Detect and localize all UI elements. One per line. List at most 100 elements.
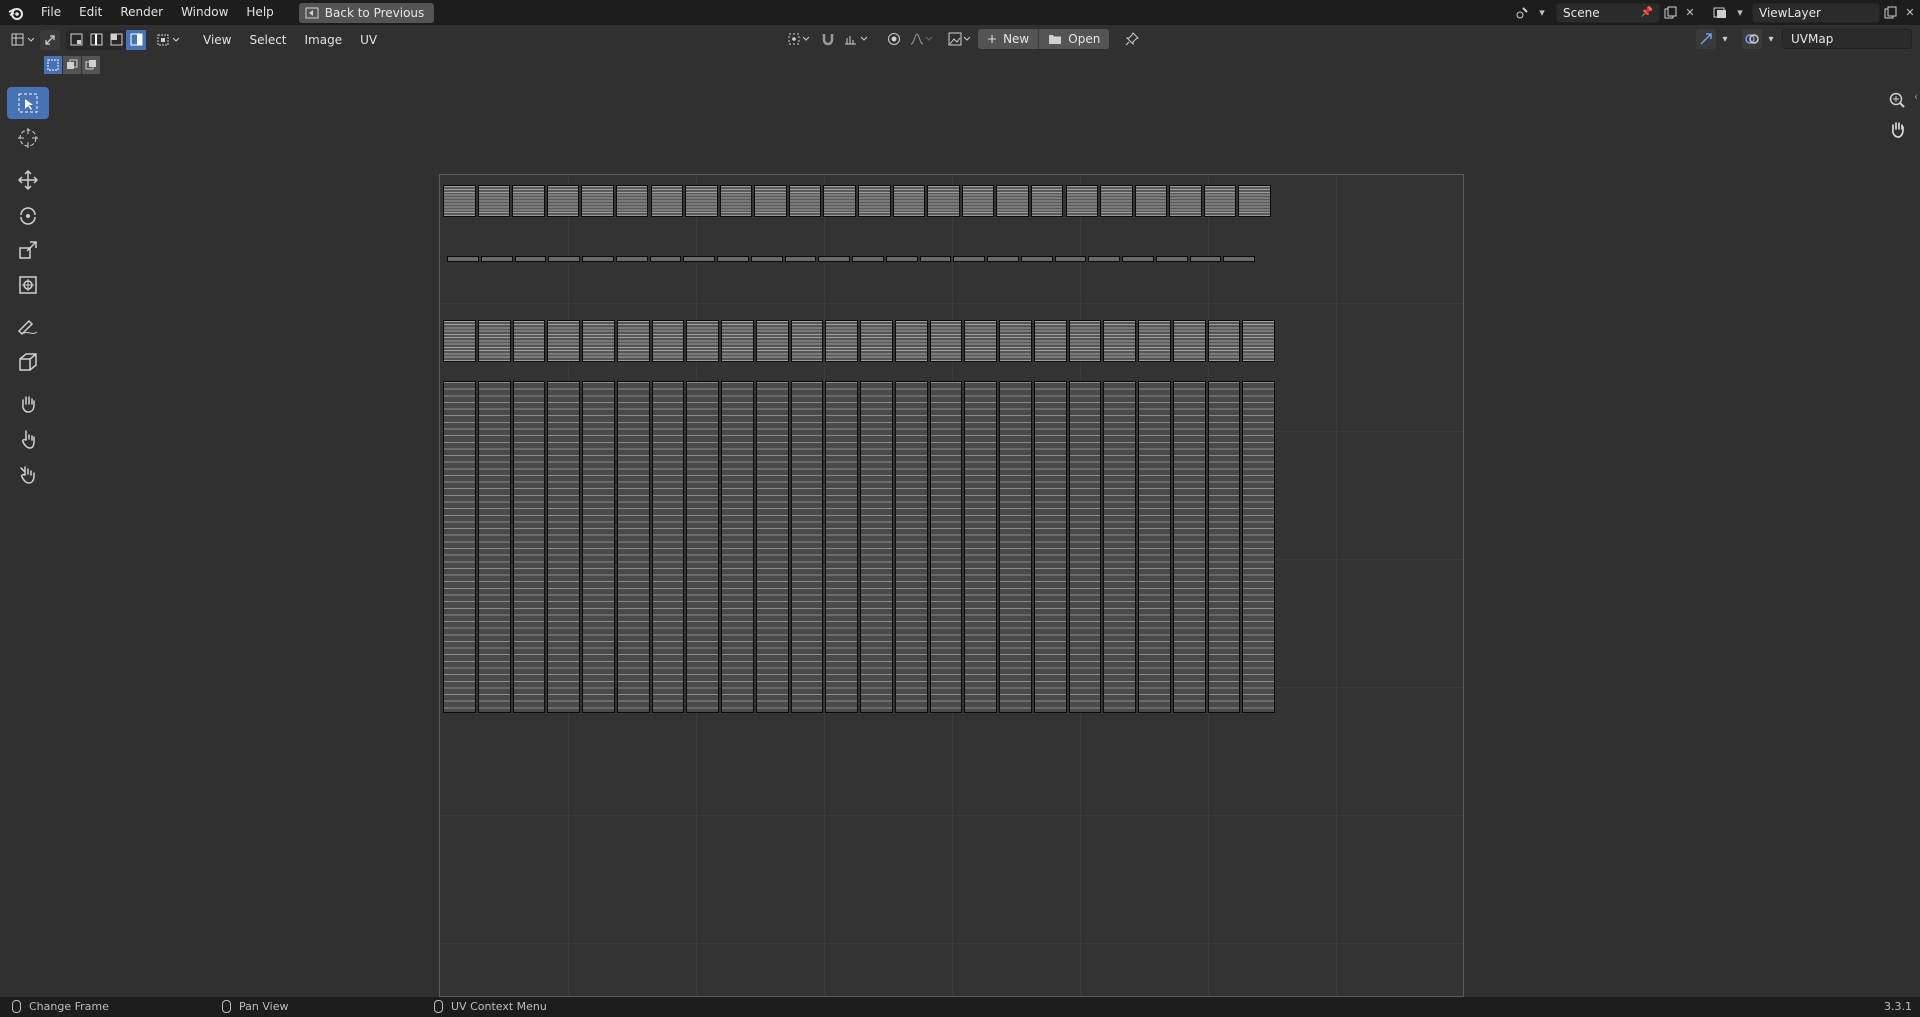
uv-face-column[interactable]	[754, 185, 787, 217]
uv-face-column[interactable]	[1020, 256, 1053, 262]
uv-face-column[interactable]	[477, 320, 511, 362]
uv-face-column[interactable]	[443, 320, 476, 362]
uv-face-column[interactable]	[825, 381, 858, 713]
close-scene-icon[interactable]: ✕	[1680, 3, 1700, 23]
uv-face-column[interactable]	[547, 320, 580, 362]
uv-face-column[interactable]	[852, 256, 884, 262]
uv-face-column[interactable]	[1100, 185, 1133, 217]
uv-face-column[interactable]	[650, 185, 684, 217]
uv-face-column[interactable]	[964, 320, 997, 362]
menu-window[interactable]: Window	[172, 0, 237, 25]
uv-face-column[interactable]	[685, 185, 718, 217]
uv-face-column[interactable]	[1103, 320, 1136, 362]
uv-face-column[interactable]	[1138, 320, 1171, 362]
uv-face-column[interactable]	[818, 256, 850, 262]
pin-image-toggle[interactable]	[1121, 29, 1143, 49]
uv-face-column[interactable]	[790, 320, 824, 362]
back-to-previous-button[interactable]: Back to Previous	[298, 2, 435, 23]
uv-face-column[interactable]	[683, 256, 715, 262]
sticky-selection-selector[interactable]	[154, 30, 184, 50]
uv-face-column[interactable]	[615, 256, 648, 262]
uv-face-column[interactable]	[582, 320, 615, 362]
uv-face-column[interactable]	[860, 320, 893, 362]
uv-face-column[interactable]	[1169, 185, 1202, 217]
uv-face-column[interactable]	[987, 256, 1019, 262]
uv-face-column[interactable]	[582, 381, 615, 713]
uv-face-column[interactable]	[1203, 185, 1237, 217]
uv-face-column[interactable]	[1033, 381, 1067, 713]
uv-face-column[interactable]	[825, 320, 858, 362]
uv-face-column[interactable]	[447, 256, 479, 262]
rotate-tool[interactable]	[7, 199, 49, 231]
snap-toggle[interactable]	[818, 29, 838, 49]
zoom-view-icon[interactable]	[1885, 88, 1909, 112]
uv-face-column[interactable]	[719, 185, 753, 217]
uv-face-column[interactable]	[547, 381, 580, 713]
uv-face-column[interactable]	[755, 381, 789, 713]
select-subtract-mode[interactable]	[82, 56, 100, 74]
uv-face-column[interactable]	[443, 381, 476, 713]
island-select-mode[interactable]	[126, 29, 146, 50]
image-browse-selector[interactable]	[946, 29, 974, 49]
uv-face-column[interactable]	[581, 185, 614, 217]
snap-target-selector[interactable]	[842, 29, 872, 49]
uv-face-column[interactable]	[1242, 320, 1275, 362]
uv-face-column[interactable]	[686, 381, 719, 713]
uv-face-column[interactable]	[784, 256, 817, 262]
menu-render[interactable]: Render	[111, 0, 172, 25]
gizmo-dropdown[interactable]: ▾	[1718, 29, 1732, 49]
close-view-layer-icon[interactable]: ✕	[1900, 3, 1920, 23]
uv-face-column[interactable]	[858, 185, 891, 217]
vertex-select-mode[interactable]	[66, 30, 86, 50]
uv-face-column[interactable]	[1054, 256, 1087, 262]
grab-tool[interactable]	[7, 388, 49, 420]
uv-face-column[interactable]	[1103, 381, 1136, 713]
edge-select-mode[interactable]	[86, 30, 106, 50]
editor-type-selector[interactable]	[8, 30, 40, 50]
uv-face-column[interactable]	[477, 185, 511, 217]
uv-face-column[interactable]	[964, 381, 997, 713]
blender-logo-icon[interactable]	[0, 0, 32, 25]
uv-face-column[interactable]	[546, 185, 580, 217]
uv-face-column[interactable]	[512, 320, 546, 362]
open-image-button[interactable]: Open	[1038, 29, 1110, 49]
uv-face-column[interactable]	[721, 381, 754, 713]
sync-selection-toggle[interactable]	[40, 29, 60, 50]
uv-face-column[interactable]	[1033, 320, 1067, 362]
uv-island-strip-thin[interactable]	[446, 256, 1256, 262]
rip-region-tool[interactable]	[7, 346, 49, 378]
uv-face-column[interactable]	[1138, 381, 1171, 713]
uv-face-column[interactable]	[1065, 185, 1099, 217]
uv-face-column[interactable]	[514, 256, 547, 262]
pivot-point-selector[interactable]	[786, 29, 814, 49]
overlays-toggle[interactable]	[1742, 29, 1762, 49]
uv-face-column[interactable]	[686, 320, 719, 362]
scene-name-field[interactable]: Scene 📌	[1556, 2, 1660, 23]
menu-image[interactable]: Image	[296, 33, 352, 47]
uv-face-column[interactable]	[512, 381, 546, 713]
uv-face-column[interactable]	[788, 185, 822, 217]
new-image-button[interactable]: + New	[978, 29, 1039, 49]
select-box-tool[interactable]	[7, 87, 49, 119]
uv-face-column[interactable]	[961, 185, 995, 217]
uv-face-column[interactable]	[615, 185, 649, 217]
uv-face-column[interactable]	[512, 185, 545, 217]
uv-face-column[interactable]	[1238, 185, 1271, 217]
uv-face-column[interactable]	[1223, 256, 1255, 262]
menu-help[interactable]: Help	[237, 0, 282, 25]
uv-face-column[interactable]	[649, 256, 682, 262]
overlays-dropdown[interactable]: ▾	[1764, 29, 1778, 49]
move-tool[interactable]	[7, 164, 49, 196]
gizmo-toggle[interactable]	[1696, 29, 1716, 49]
uv-map-field[interactable]: UVMap	[1782, 29, 1912, 49]
uv-face-column[interactable]	[894, 381, 928, 713]
pinch-tool[interactable]	[7, 458, 49, 490]
uv-face-column[interactable]	[750, 256, 783, 262]
uv-face-column[interactable]	[919, 256, 952, 262]
relax-tool[interactable]	[7, 423, 49, 455]
menu-view[interactable]: View	[194, 33, 240, 47]
uv-face-column[interactable]	[755, 320, 789, 362]
uv-face-column[interactable]	[616, 320, 650, 362]
view-layer-field[interactable]: ViewLayer	[1752, 2, 1880, 23]
uv-face-column[interactable]	[616, 381, 650, 713]
